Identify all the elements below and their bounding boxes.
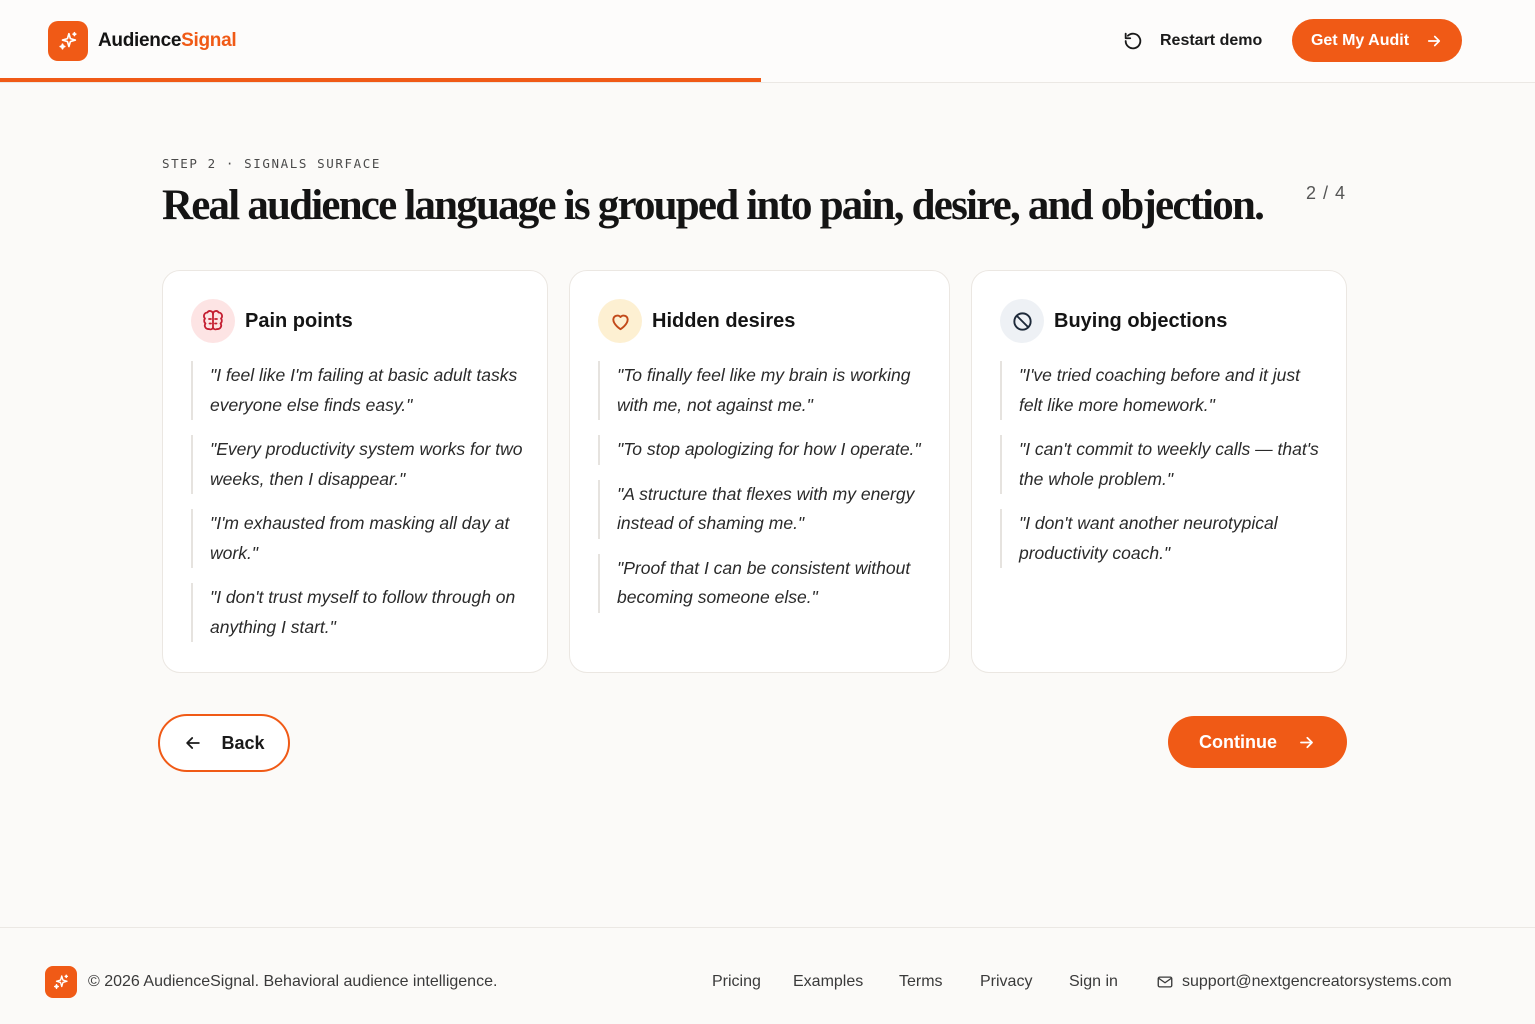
get-my-audit-button[interactable]: Get My Audit	[1292, 19, 1462, 62]
heart-icon	[598, 299, 642, 343]
quote-list: "I feel like I'm failing at basic adult …	[191, 361, 529, 657]
pain-points-card: Pain points "I feel like I'm failing at …	[162, 270, 548, 673]
get-my-audit-label: Get My Audit	[1310, 31, 1410, 49]
quote-item: "To finally feel like my brain is workin…	[598, 361, 931, 420]
quote-item: "To stop apologizing for how I operate."	[598, 435, 931, 465]
arrow-right-icon	[1300, 736, 1313, 748]
sparkle-icon	[48, 21, 88, 61]
continue-label: Continue	[1199, 731, 1277, 752]
quote-item: "I can't commit to weekly calls — that's…	[1000, 435, 1328, 494]
quote-item: "Proof that I can be consistent without …	[598, 553, 931, 613]
support-email-label: support@nextgencreatorsystems.com	[1182, 973, 1452, 990]
arrow-right-icon	[1427, 35, 1441, 46]
site-header: AudienceSignal Restart demo Get My Audit	[0, 0, 1535, 83]
continue-button[interactable]: Continue	[1168, 716, 1347, 768]
card-title: Hidden desires	[652, 309, 796, 332]
step-counter: 2 / 4	[1305, 183, 1346, 203]
quote-item: "I feel like I'm failing at basic adult …	[191, 361, 529, 420]
footer-link-pricing[interactable]: Pricing	[712, 973, 761, 991]
mail-icon	[1157, 976, 1173, 988]
footer-link-terms[interactable]: Terms	[899, 973, 943, 991]
ban-icon	[1000, 299, 1044, 343]
buying-objections-card: Buying objections "I've tried coaching b…	[971, 270, 1347, 673]
restart-demo-label: Restart demo	[1160, 32, 1263, 49]
card-title: Pain points	[245, 309, 353, 332]
back-label: Back	[221, 732, 265, 753]
progress-bar-fill	[0, 78, 762, 82]
quote-list: "To finally feel like my brain is workin…	[598, 361, 931, 628]
quote-item: "I don't trust myself to follow through …	[191, 583, 529, 642]
card-title: Buying objections	[1054, 309, 1228, 332]
arrow-left-icon	[186, 737, 201, 749]
page-title: Real audience language is grouped into p…	[162, 182, 1265, 229]
sparkle-icon	[45, 966, 77, 998]
restart-icon	[1124, 32, 1142, 50]
footer-link-sign-in[interactable]: Sign in	[1069, 973, 1118, 991]
brand-name: AudienceSignal	[98, 30, 237, 51]
quote-item: "I've tried coaching before and it just …	[1000, 361, 1328, 420]
copyright-text: © 2026 AudienceSignal. Behavioral audien…	[88, 973, 498, 990]
quote-item: "I'm exhausted from masking all day at w…	[191, 509, 529, 568]
footer-link-examples[interactable]: Examples	[793, 973, 863, 991]
quote-list: "I've tried coaching before and it just …	[1000, 361, 1328, 583]
quote-item: "I don't want another neurotypical produ…	[1000, 509, 1328, 568]
brain-icon	[191, 299, 235, 343]
quote-item: "Every productivity system works for two…	[191, 435, 529, 494]
back-button[interactable]: Back	[158, 714, 290, 772]
support-email-link[interactable]: support@nextgencreatorsystems.com	[1156, 973, 1452, 991]
hidden-desires-card: Hidden desires "To finally feel like my …	[569, 270, 950, 673]
step-label: STEP 2 · SIGNALS SURFACE	[162, 156, 382, 171]
footer-link-privacy[interactable]: Privacy	[980, 973, 1032, 991]
restart-demo-button[interactable]: Restart demo	[1122, 28, 1262, 54]
site-footer: © 2026 AudienceSignal. Behavioral audien…	[0, 927, 1535, 1024]
progress-bar	[0, 78, 1535, 82]
quote-item: "A structure that flexes with my energy …	[598, 479, 931, 539]
brand-logo[interactable]: AudienceSignal	[48, 21, 237, 61]
